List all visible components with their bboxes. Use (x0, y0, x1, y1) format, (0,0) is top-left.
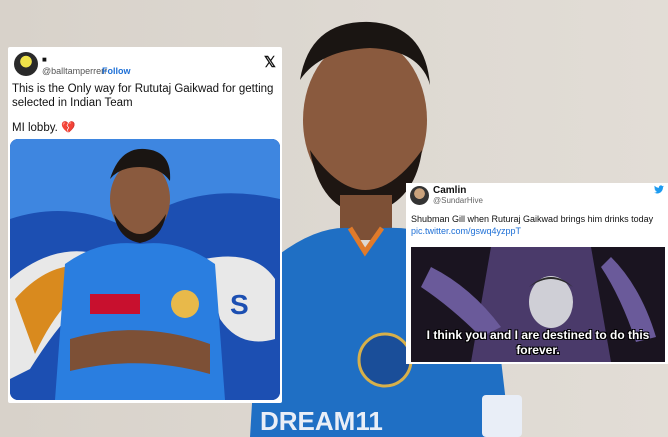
mi-player-illustration: S (10, 139, 280, 400)
tweet-header: ■ @balltamperrerr Follow 𝕏 (12, 52, 278, 78)
twitter-bird-icon[interactable] (654, 185, 664, 194)
avatar[interactable] (410, 186, 429, 205)
tweet-author-name[interactable]: Camlin (433, 185, 466, 196)
tweet-text-line2: MI lobby. 💔 (12, 120, 75, 134)
svg-text:S: S (230, 289, 249, 320)
verified-dot-icon: ■ (42, 55, 47, 64)
avatar[interactable] (14, 52, 38, 76)
tweet-image[interactable]: S (10, 139, 280, 400)
tweet-text: This is the Only way for Rututaj Gaikwad… (12, 83, 274, 109)
tweet-text: Shubman Gill when Ruturaj Gaikwad brings… (411, 214, 654, 224)
tweet-text-mi: MI lobby. (12, 122, 58, 134)
tweet-card-2[interactable]: Camlin @SundarHive Shubman Gill when Rut… (406, 183, 668, 364)
follow-button[interactable]: Follow (102, 66, 131, 76)
tweet-media-link[interactable]: pic.twitter.com/gswq4yzppT (411, 226, 521, 236)
tweet-image[interactable]: I think you and I are destined to do thi… (411, 247, 665, 362)
x-logo-icon[interactable]: 𝕏 (264, 53, 276, 71)
broken-heart-icon: 💔 (61, 122, 76, 134)
tweet-handle[interactable]: @balltamperrerr (42, 66, 107, 76)
jersey-sponsor-text: DREAM11 (260, 406, 383, 436)
tweet-handle[interactable]: @SundarHive (433, 196, 483, 205)
meme-caption: I think you and I are destined to do thi… (426, 328, 650, 357)
tweet-card-1[interactable]: ■ @balltamperrerr Follow 𝕏 This is the O… (8, 47, 282, 403)
